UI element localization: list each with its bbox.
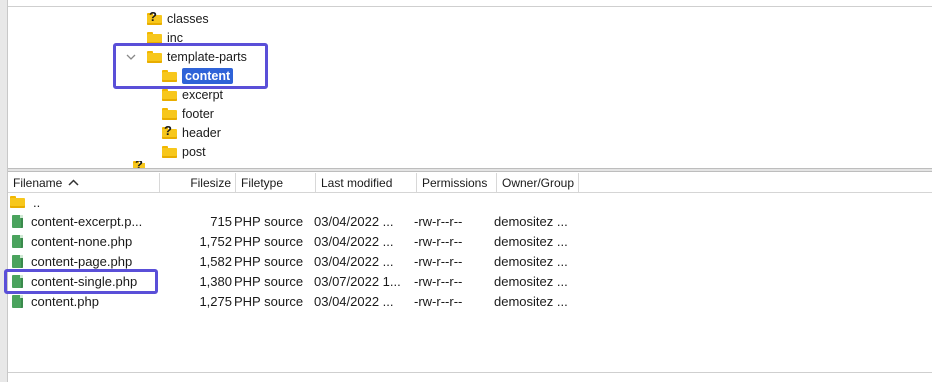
tree-highlight-annotation bbox=[113, 43, 268, 89]
permissions: -rw-r--r-- bbox=[414, 213, 463, 229]
table-row[interactable]: content-page.php 1,582 PHP source 03/04/… bbox=[8, 251, 932, 271]
php-file-icon bbox=[12, 254, 23, 268]
last-modified: 03/04/2022 ... bbox=[314, 233, 394, 249]
filetype: PHP source bbox=[234, 293, 304, 309]
table-row[interactable]: content.php 1,275 PHP source 03/04/2022 … bbox=[8, 291, 932, 311]
filetype: PHP source bbox=[234, 253, 304, 269]
column-header-label: Owner/Group bbox=[502, 175, 575, 190]
table-row[interactable]: content-excerpt.p... 715 PHP source 03/0… bbox=[8, 211, 932, 231]
filetype: PHP source bbox=[234, 213, 304, 229]
column-header-owner-group[interactable]: Owner/Group bbox=[497, 173, 579, 192]
tree-item-label: footer bbox=[182, 106, 214, 121]
bottom-divider bbox=[8, 372, 932, 373]
owner-group: demositez ... bbox=[494, 233, 568, 249]
table-row[interactable]: content-none.php 1,752 PHP source 03/04/… bbox=[8, 231, 932, 251]
folder-icon bbox=[162, 88, 177, 101]
filename: content-none.php bbox=[31, 233, 133, 249]
tree-item-label: excerpt bbox=[182, 87, 223, 102]
owner-group: demositez ... bbox=[494, 213, 568, 229]
tree-item-header[interactable]: ? header bbox=[162, 123, 221, 142]
parent-directory-row[interactable]: .. bbox=[8, 192, 932, 212]
column-header-label: Filename bbox=[13, 175, 63, 190]
pane-splitter[interactable] bbox=[8, 168, 932, 172]
filesize: 1,752 bbox=[199, 233, 232, 249]
sort-ascending-icon bbox=[68, 177, 79, 189]
column-header-label: Last modified bbox=[321, 175, 393, 190]
column-header-filename[interactable]: Filename bbox=[8, 173, 160, 192]
column-header-label: Filesize bbox=[190, 175, 231, 190]
tree-item-classes[interactable]: ? classes bbox=[147, 9, 209, 28]
filename: content-page.php bbox=[31, 253, 133, 269]
php-file-icon bbox=[12, 214, 23, 228]
column-header-last-modified[interactable]: Last modified bbox=[316, 173, 417, 192]
owner-group: demositez ... bbox=[494, 273, 568, 289]
last-modified: 03/04/2022 ... bbox=[314, 213, 394, 229]
permissions: -rw-r--r-- bbox=[414, 253, 463, 269]
column-header-permissions[interactable]: Permissions bbox=[417, 173, 497, 192]
filetype: PHP source bbox=[234, 233, 304, 249]
filesize: 1,275 bbox=[199, 293, 232, 309]
php-file-icon bbox=[12, 234, 23, 248]
file-highlight-annotation bbox=[4, 269, 158, 294]
filename: content-excerpt.p... bbox=[31, 213, 143, 229]
last-modified: 03/07/2022 1... bbox=[314, 273, 401, 289]
tree-item-label: post bbox=[182, 144, 206, 159]
window-left-border bbox=[0, 0, 8, 382]
file-list-header: Filename Filesize Filetype Last modified… bbox=[8, 173, 932, 193]
filesize: 1,582 bbox=[199, 253, 232, 269]
tree-item-label: classes bbox=[167, 11, 209, 26]
filetype: PHP source bbox=[234, 273, 304, 289]
permissions: -rw-r--r-- bbox=[414, 293, 463, 309]
unknown-folder-icon: ? bbox=[147, 10, 162, 25]
top-divider bbox=[8, 6, 932, 7]
column-header-filesize[interactable]: Filesize bbox=[160, 173, 236, 192]
folder-icon bbox=[162, 107, 177, 120]
tree-item-footer[interactable]: footer bbox=[162, 104, 214, 123]
last-modified: 03/04/2022 ... bbox=[314, 253, 394, 269]
tree-item-post[interactable]: post bbox=[162, 142, 206, 161]
owner-group: demositez ... bbox=[494, 253, 568, 269]
php-file-icon bbox=[12, 294, 23, 308]
folder-icon bbox=[147, 31, 162, 44]
column-header-filetype[interactable]: Filetype bbox=[236, 173, 316, 192]
permissions: -rw-r--r-- bbox=[414, 273, 463, 289]
column-header-label: Filetype bbox=[241, 175, 284, 190]
column-header-label: Permissions bbox=[422, 175, 488, 190]
filesize: 715 bbox=[210, 213, 232, 229]
folder-icon bbox=[10, 196, 25, 208]
unknown-folder-icon: ? bbox=[162, 124, 177, 139]
filesize: 1,380 bbox=[199, 273, 232, 289]
tree-item-label: header bbox=[182, 125, 221, 140]
truncated-unknown-folder-icon: ? bbox=[133, 161, 145, 168]
filename: .. bbox=[33, 194, 41, 210]
owner-group: demositez ... bbox=[494, 293, 568, 309]
permissions: -rw-r--r-- bbox=[414, 233, 463, 249]
last-modified: 03/04/2022 ... bbox=[314, 293, 394, 309]
folder-icon bbox=[162, 145, 177, 158]
filename: content.php bbox=[31, 293, 99, 309]
